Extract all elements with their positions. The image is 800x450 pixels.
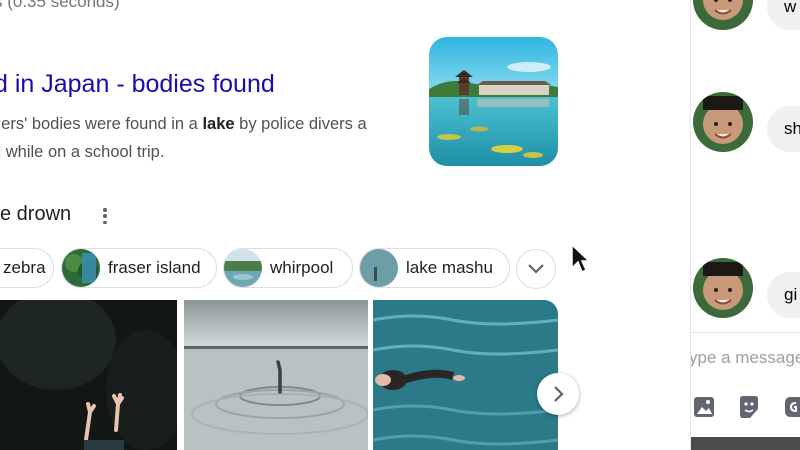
avatar: [693, 92, 753, 152]
gif-icon[interactable]: [783, 393, 800, 421]
avatar: [693, 258, 753, 318]
result-title-link[interactable]: d in Japan - bodies found: [0, 70, 275, 99]
more-vert-icon[interactable]: [98, 206, 112, 226]
chip-lake-mashu[interactable]: lake mashu: [359, 248, 510, 288]
chip-label: lake mashu: [406, 258, 493, 277]
taskbar-strip: [691, 437, 800, 450]
chip-thumbnail: [224, 249, 262, 287]
chevron-right-icon[interactable]: [537, 373, 579, 415]
chip-fraser-island[interactable]: fraser island: [61, 248, 217, 288]
mouse-cursor-icon: [570, 243, 591, 274]
image-result[interactable]: [0, 300, 177, 450]
result-stats: s (0.35 seconds): [0, 0, 120, 11]
chip-label: whirpool: [270, 258, 334, 277]
snippet-text: d while on a school trip.: [0, 143, 165, 161]
snippet-text: gers' bodies were found in a: [0, 115, 203, 133]
search-results: s (0.35 seconds) d in Japan - bodies fou…: [0, 0, 690, 450]
sticker-icon[interactable]: [736, 393, 762, 421]
message-bubble: sh: [767, 106, 800, 152]
snippet-bold: lake: [202, 115, 235, 133]
image-result[interactable]: [373, 300, 558, 450]
chip-zebra[interactable]: zebra: [0, 248, 54, 288]
message-bubble: gi: [767, 272, 800, 318]
divider: [691, 332, 800, 333]
result-snippet: gers' bodies were found in a lake by pol…: [0, 110, 392, 166]
chip-label: fraser island: [108, 258, 201, 277]
chat-panel: w sh gi ype a message: [690, 0, 800, 450]
snippet-text: by police divers a: [234, 115, 367, 133]
avatar: [693, 0, 753, 30]
image-result[interactable]: [184, 300, 368, 450]
chip-thumbnail: [62, 249, 100, 287]
message-input[interactable]: ype a message: [691, 348, 800, 368]
image-icon[interactable]: [691, 393, 717, 421]
chip-label: zebra: [3, 258, 46, 277]
chip-whirpool[interactable]: whirpool: [223, 248, 353, 288]
chip-thumbnail: [360, 249, 398, 287]
related-heading: ke drown: [0, 203, 72, 225]
result-thumbnail[interactable]: [429, 37, 558, 166]
message-bubble: w: [767, 0, 800, 30]
chevron-down-icon[interactable]: [516, 249, 556, 289]
